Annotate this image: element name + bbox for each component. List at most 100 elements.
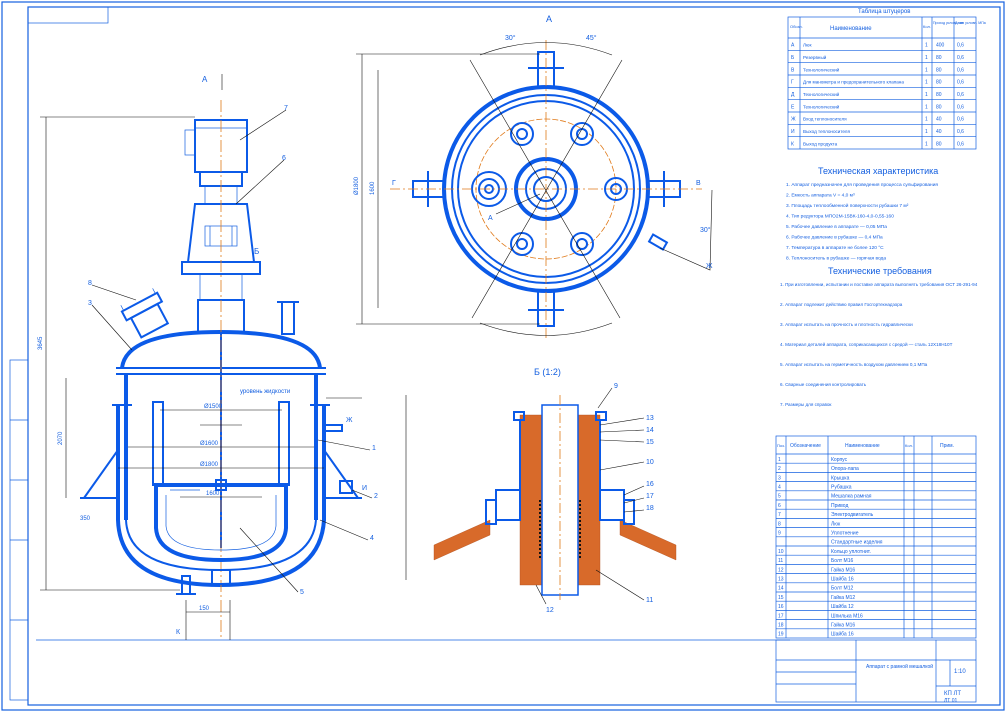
parts-name: Гайка М12	[831, 594, 855, 601]
nozzle-dn: 80	[936, 80, 942, 86]
nozzle-qty: 1	[925, 117, 928, 123]
tech-char-item: 4. Тип редуктора МПО2М-15ВК-160-4,0-0,55…	[786, 214, 894, 220]
parts-pos: 19	[778, 632, 784, 638]
pos-1: 1	[372, 445, 376, 452]
nozzle-dn: 40	[936, 117, 942, 123]
manhole-nozzle	[120, 288, 170, 339]
nozzle-pn: 0,6	[957, 104, 964, 110]
parts-pos: 7	[778, 512, 781, 518]
dim-text-body: 2070	[58, 431, 64, 445]
tech-req-item: 7. Размеры для справок	[780, 402, 832, 407]
parts-name: Опора-лапа	[831, 466, 859, 472]
parts-pos: 2	[778, 466, 781, 472]
pos-16: 16	[646, 481, 654, 488]
nozzle-table: Таблица штуцеров Обозн. Наименование Кол…	[787, 9, 986, 150]
pos-9: 9	[614, 383, 618, 390]
nozzle-qty: 1	[925, 80, 928, 86]
nozzle-dn: 80	[936, 67, 942, 73]
parts-name: Мешалка рамная	[831, 494, 872, 500]
top-view: А Ø1800 1600 30° 45° 30° Ж Г В А	[354, 14, 713, 340]
nozzle-dn: 80	[936, 55, 942, 61]
nozzle-dn: 80	[936, 104, 942, 110]
nozzle-mark: Б	[791, 55, 795, 61]
nozzle-h-pn: Давл. условн. МПа	[955, 21, 986, 25]
tech-req-item: 6. Сварные соединения контролировать	[780, 382, 867, 387]
nozzle-pn: 0,6	[957, 55, 964, 61]
nozzle-mark: Ж	[791, 117, 796, 123]
parts-pos: 4	[778, 485, 781, 491]
level-label: уровень жидкости	[240, 389, 290, 395]
parts-pos: 11	[778, 558, 783, 564]
pos-11: 11	[646, 597, 653, 604]
assembly-drawing: 3645 2070 Ø1800 Ø1600 Ø1500 1600 уровень…	[1, 1, 1005, 711]
nozzle-mark: Д	[791, 92, 795, 98]
nozzle-table-title: Таблица штуцеров	[858, 9, 910, 15]
pos-10: 10	[646, 459, 654, 466]
nozzle-qty: 1	[925, 43, 928, 49]
parts-pos: 13	[778, 577, 784, 583]
nozzle-name: Резервный	[803, 54, 827, 60]
tech-char-item: 1. Аппарат предназначен для проведения п…	[786, 182, 938, 188]
parts-rows: 1 Корпус 2 Опора-лапа 3 Крышка 4 Рубашка 5 Мешалк…	[776, 457, 976, 638]
parts-name: Корпус	[831, 457, 848, 463]
dim-text-mixer: Ø1500	[204, 404, 223, 410]
parts-name: Стандартные изделия	[831, 540, 883, 546]
nozzle-h-name: Наименование	[830, 26, 872, 32]
tech-req-item: 4. Материал деталей аппарата, соприкасаю…	[780, 341, 953, 347]
parts-h-name: Наименование	[845, 443, 880, 449]
nozzle-qty: 1	[925, 92, 928, 98]
parts-pos: 17	[778, 613, 784, 619]
parts-name: Кольцо уплотнит.	[831, 549, 871, 555]
parts-name: Люк	[831, 521, 841, 527]
nozzle-jacket-inlet	[323, 424, 343, 432]
nozzle-qty: 1	[925, 129, 928, 135]
angle-top-left: 30°	[505, 34, 516, 42]
parts-name: Крышка	[831, 475, 850, 481]
nozzle-dn: 40	[936, 129, 942, 135]
parts-name: Шайба 16	[831, 576, 854, 583]
parts-pos: 15	[778, 595, 784, 601]
parts-h-pos: Поз.	[777, 443, 785, 448]
dim-text-mixer-2: 1600	[206, 491, 220, 497]
nozzle-mark: И	[791, 129, 795, 135]
nozzle-qty: 1	[925, 67, 928, 73]
angle-right: 30°	[700, 226, 711, 234]
pos-3: 3	[88, 300, 92, 307]
nozzle-name: Выход продукта	[803, 141, 838, 146]
parts-name: Шпилька М16	[831, 613, 863, 619]
top-view-title: А	[546, 14, 552, 24]
nozzle-pn: 0,6	[957, 117, 964, 123]
nozzle-mark: Е	[791, 104, 795, 110]
parts-pos: 1	[778, 457, 781, 463]
top-stamp-box	[27, 6, 109, 24]
pos-13: 13	[646, 415, 654, 422]
callout-b: Б	[254, 247, 259, 256]
dim-text-small: 350	[80, 516, 91, 522]
mark-k: К	[176, 629, 181, 636]
nozzle-pn: 0,6	[957, 129, 964, 135]
parts-pos: 5	[778, 494, 781, 500]
left-side-strip	[9, 359, 29, 701]
drawing-scale: 1:10	[954, 669, 966, 675]
nozzle-h-mark: Обозн.	[790, 24, 803, 29]
mark-zh: Ж	[346, 417, 353, 424]
pos-4: 4	[370, 535, 374, 542]
title-block: Аппарат с рамной мешалкой 1:10 КП ЛТ ЛТ …	[775, 639, 977, 704]
nozzle-h-qty: Кол.	[923, 24, 931, 29]
nozzle-pn: 0,6	[957, 67, 964, 73]
dim-text-height: 3645	[38, 336, 44, 350]
tech-req-list: 1. При изготовлении, испытании и поставк…	[780, 282, 978, 407]
nozzle-pn: 0,6	[957, 92, 964, 98]
mark-g-top: Г	[392, 180, 396, 187]
parts-name: Привод	[831, 503, 848, 509]
parts-pos: 9	[778, 531, 781, 537]
nozzle-qty: 1	[925, 104, 928, 110]
parts-pos: 6	[778, 503, 781, 509]
parts-pos: 8	[778, 521, 781, 527]
sheet-border	[1, 1, 1005, 711]
nozzle-pn: 0,6	[957, 80, 964, 86]
tech-char-item: 6. Рабочее давление в рубашке — 0,4 МПа	[786, 235, 883, 241]
nozzle-mark: Г	[791, 80, 794, 86]
nozzle-qty: 1	[925, 55, 928, 61]
nozzle-mark: К	[791, 141, 794, 147]
